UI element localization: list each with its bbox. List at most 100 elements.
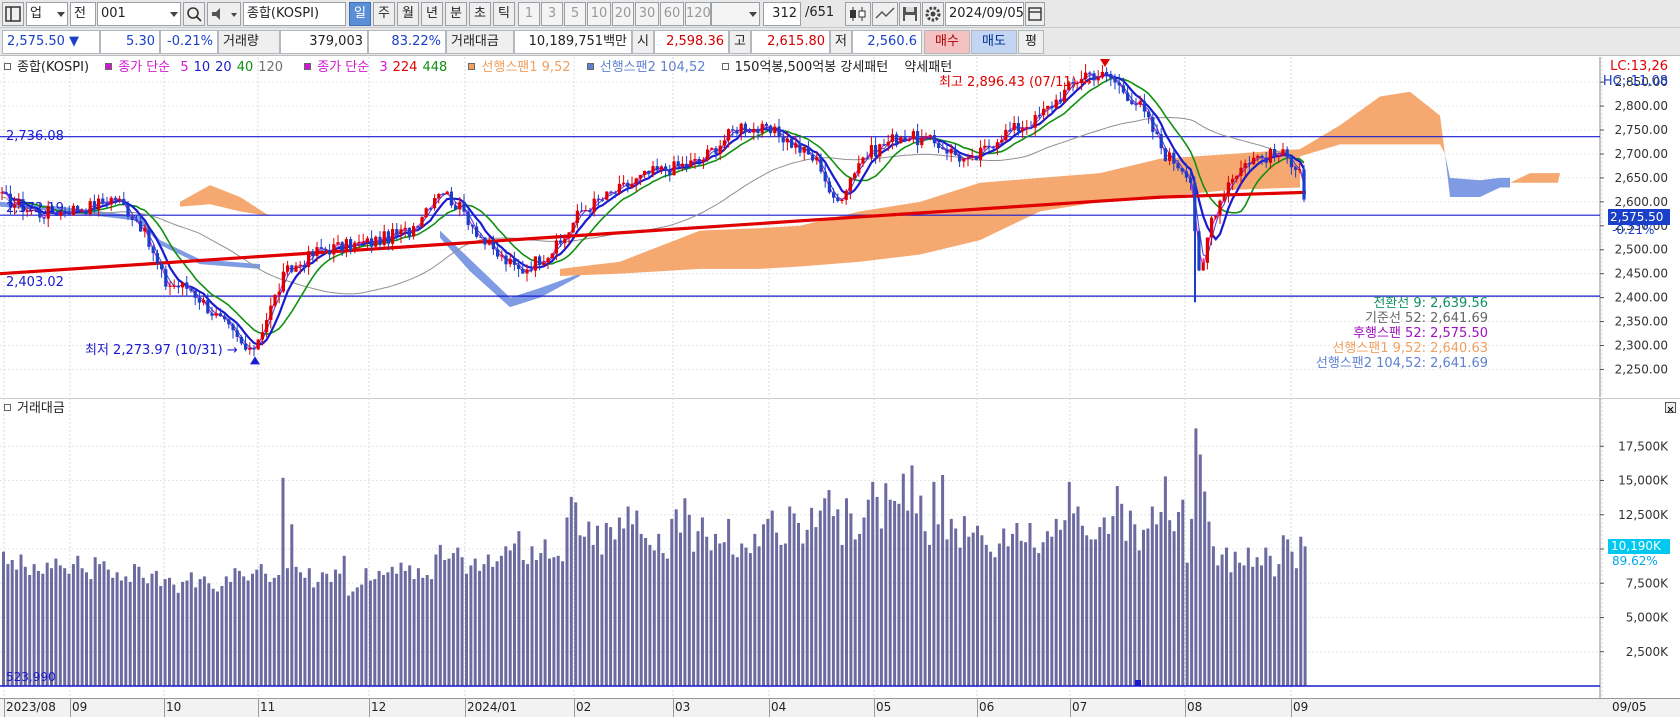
candle-body xyxy=(391,229,395,244)
volume-bar xyxy=(674,509,678,686)
save-icon[interactable] xyxy=(899,2,921,26)
period-tab-4[interactable]: 분 xyxy=(445,2,467,26)
crosshair-icon[interactable] xyxy=(872,2,898,26)
volume-bar xyxy=(596,525,599,686)
buy-button[interactable]: 매수 xyxy=(924,30,970,54)
legend-index[interactable]: 종합(KOSPI) xyxy=(4,60,95,75)
candle-body xyxy=(248,348,252,350)
legend-ma2-448[interactable]: 448 xyxy=(422,60,447,75)
interval-tab-3[interactable]: 3 xyxy=(541,2,563,26)
volume-bar xyxy=(482,564,486,686)
candle-body xyxy=(176,285,180,288)
search-icon[interactable] xyxy=(183,2,205,26)
code-input-value: 001 xyxy=(101,6,126,21)
legend-span1[interactable]: 선행스팬1 9,52 xyxy=(468,60,576,75)
candle-body xyxy=(1121,85,1125,93)
volume-bar xyxy=(438,544,442,686)
interval-tab-5[interactable]: 5 xyxy=(564,2,586,26)
price-chart[interactable]: 2,850.00 2,800.00 2,750.00 2,700.00 2,650.00… xyxy=(0,57,1680,397)
candle-type-icon[interactable] xyxy=(845,2,871,26)
volume-bar xyxy=(954,528,958,686)
interval-tab-1[interactable]: 1 xyxy=(518,2,540,26)
volume-legend[interactable]: 거래대금 xyxy=(4,400,71,418)
volume-bar xyxy=(1273,576,1277,686)
interval-tab-120[interactable]: 120 xyxy=(685,2,711,26)
period-tab-5[interactable]: 초 xyxy=(469,2,491,26)
volume-bar xyxy=(548,558,551,686)
candle-body xyxy=(550,253,554,259)
count-total: /651 xyxy=(805,5,835,20)
price-change-pct: -0.21% xyxy=(160,30,218,54)
candle-body xyxy=(42,217,46,219)
sell-button[interactable]: 매도 xyxy=(971,30,1017,54)
volume-bar xyxy=(368,580,372,686)
legend-ma-10[interactable]: 10 xyxy=(194,60,211,75)
calendar-icon[interactable] xyxy=(1025,2,1045,26)
volume-bar xyxy=(1233,551,1237,686)
candle-body xyxy=(407,227,411,237)
volume-bar xyxy=(582,536,586,686)
interval-tab-60[interactable]: 60 xyxy=(660,2,684,26)
interval-custom-field[interactable] xyxy=(711,2,760,26)
interval-tab-30[interactable]: 30 xyxy=(635,2,659,26)
legend-ma-20[interactable]: 20 xyxy=(215,60,232,75)
current-pct-marker: -0.21% xyxy=(1612,223,1655,237)
candle-body xyxy=(643,170,647,175)
volume-bar xyxy=(744,547,748,686)
count-input[interactable]: 312 xyxy=(763,2,801,26)
candle-body xyxy=(445,191,449,195)
candle-body xyxy=(160,263,164,270)
period-tab-3[interactable]: 년 xyxy=(421,2,443,26)
candle-body xyxy=(638,174,642,179)
period-tab-0[interactable]: 일 xyxy=(349,2,371,26)
volume-bar xyxy=(657,533,661,686)
close-icon[interactable] xyxy=(1665,402,1676,413)
candle-body xyxy=(647,170,651,174)
period-tab-6[interactable]: 틱 xyxy=(493,2,515,26)
current-price: 2,575.50 ▼ xyxy=(2,30,100,54)
all-button[interactable]: 전 xyxy=(70,2,96,26)
arrow-right-icon: → xyxy=(226,343,238,358)
index-name-field[interactable]: 종합(KOSPI) xyxy=(243,2,346,26)
legend-ma-5[interactable]: 5 xyxy=(180,60,188,75)
x-axis-current-date: 09/05 xyxy=(1612,700,1647,714)
candle-body xyxy=(164,269,168,287)
volume-chart[interactable]: 17,500K15,000K12,500K10,000K7,500K5,000K… xyxy=(0,398,1680,700)
candle-body xyxy=(949,148,953,154)
legend-ma2[interactable]: 종가 단순 3 224 448 xyxy=(304,60,458,75)
interval-tab-10[interactable]: 10 xyxy=(587,2,611,26)
volume-bar xyxy=(198,579,202,686)
volume-bar xyxy=(609,527,613,686)
candle-body xyxy=(374,236,378,247)
legend-pattern[interactable]: 150억봉,500억봉 강세패턴 xyxy=(721,60,895,75)
candle-body xyxy=(361,241,365,243)
avg-button[interactable]: 평 xyxy=(1018,30,1044,54)
date-input[interactable]: 2024/09/05 xyxy=(945,2,1024,26)
gear-icon[interactable] xyxy=(922,2,944,26)
legend-ma-120[interactable]: 120 xyxy=(258,60,283,75)
code-input[interactable]: 001 xyxy=(97,2,181,26)
interval-tab-20[interactable]: 20 xyxy=(612,2,634,26)
volume-bar xyxy=(216,591,219,686)
volume-bar xyxy=(194,587,198,686)
candle-body xyxy=(1151,117,1155,133)
legend-ma2-3[interactable]: 3 xyxy=(379,60,387,75)
legend-ma-40[interactable]: 40 xyxy=(237,60,254,75)
legend-ma2-224[interactable]: 224 xyxy=(393,60,418,75)
volume-bar xyxy=(517,531,521,686)
speaker-icon[interactable] xyxy=(207,2,241,26)
type-select[interactable]: 업 xyxy=(26,2,68,26)
candle-body xyxy=(4,192,8,194)
candle-body xyxy=(1109,73,1113,79)
layout-icon[interactable] xyxy=(2,2,24,26)
x-tick-label: 09 xyxy=(72,700,88,714)
candle-body xyxy=(924,136,928,138)
volume-bar xyxy=(879,528,883,686)
period-tab-1[interactable]: 주 xyxy=(373,2,395,26)
volume-bar xyxy=(54,558,58,686)
legend-span2[interactable]: 선행스팬2 104,52 xyxy=(586,60,712,75)
period-tab-2[interactable]: 월 xyxy=(397,2,419,26)
legend-ma[interactable]: 종가 단순 5 10 20 40 120 xyxy=(105,60,294,75)
candle-body xyxy=(260,332,264,340)
volume-bar xyxy=(386,572,390,686)
